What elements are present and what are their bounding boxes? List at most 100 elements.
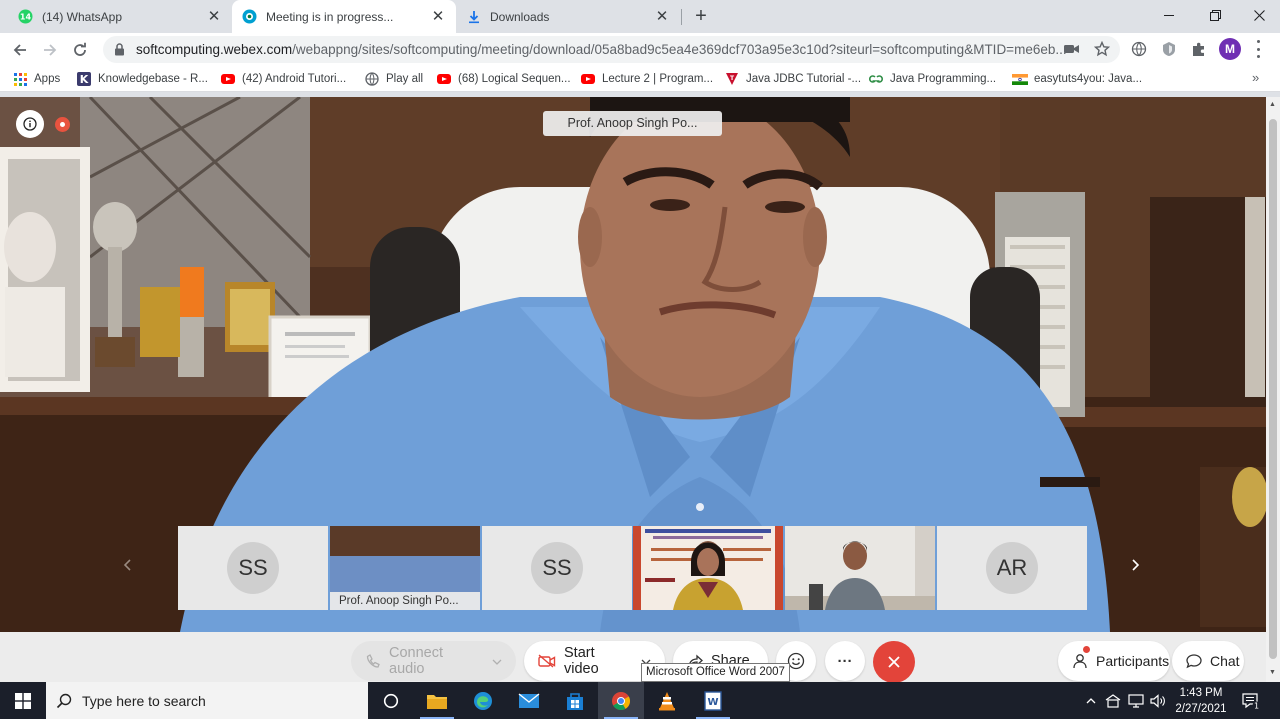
bookmark-label: easytuts4you: Java... xyxy=(1034,73,1143,85)
browser-toolbar: softcomputing.webex.com/webappng/sites/s… xyxy=(0,33,1280,66)
profile-avatar[interactable]: M xyxy=(1219,38,1241,60)
scrollbar-thumb[interactable] xyxy=(1269,119,1277,659)
start-button[interactable] xyxy=(0,682,46,719)
participant-tile[interactable] xyxy=(785,526,935,610)
tab-separator xyxy=(681,9,682,25)
restore-button[interactable] xyxy=(1192,0,1238,30)
taskbar-store[interactable] xyxy=(552,682,598,719)
chevron-down-icon[interactable] xyxy=(492,653,502,669)
show-hidden-icons-button[interactable] xyxy=(1082,682,1100,719)
participant-initials: SS xyxy=(227,542,279,594)
bookmark-java-programming[interactable]: Java Programming... xyxy=(868,70,996,88)
vlc-icon xyxy=(659,691,675,710)
filmstrip-prev-button[interactable] xyxy=(118,555,138,575)
taskbar-clock[interactable]: 1:43 PM 2/27/2021 xyxy=(1170,685,1232,717)
participant-tile[interactable]: SS xyxy=(482,526,632,610)
javatpoint-icon: T xyxy=(724,72,740,86)
windows-taskbar: Type here to search W 1:43 PM 2/27/2021 … xyxy=(0,682,1280,719)
participants-notification-badge xyxy=(1083,646,1090,653)
reload-button[interactable] xyxy=(68,38,92,62)
taskbar-search-box[interactable]: Type here to search xyxy=(46,682,368,719)
close-window-button[interactable] xyxy=(1236,0,1280,30)
puzzle-extensions-icon[interactable] xyxy=(1189,39,1209,59)
tab-title: Downloads xyxy=(490,9,550,24)
tab-title: (14) WhatsApp xyxy=(42,9,123,24)
chat-button[interactable]: Chat xyxy=(1172,641,1244,681)
new-tab-button[interactable]: + xyxy=(690,5,712,27)
volume-tray-icon[interactable] xyxy=(1148,682,1168,719)
display-tray-icon[interactable] xyxy=(1126,682,1146,719)
bookmark-star-icon[interactable] xyxy=(1093,40,1111,58)
bookmark-lecture-2[interactable]: Lecture 2 | Program... xyxy=(580,70,713,88)
more-options-button[interactable]: ··· xyxy=(825,641,865,681)
bookmarks-overflow-button[interactable]: » xyxy=(1252,70,1259,85)
network-tray-icon[interactable] xyxy=(1103,682,1123,719)
youtube-icon xyxy=(580,72,596,86)
close-tab-icon[interactable]: ✕ xyxy=(654,8,670,25)
browser-menu-icon[interactable] xyxy=(1253,40,1263,58)
leave-meeting-button[interactable] xyxy=(873,641,915,683)
youtube-icon xyxy=(220,72,236,86)
scroll-up-icon[interactable]: ▲ xyxy=(1269,101,1276,108)
participant-tile[interactable]: SS xyxy=(178,526,328,610)
svg-text:W: W xyxy=(707,697,718,708)
address-bar[interactable]: softcomputing.webex.com/webappng/sites/s… xyxy=(103,36,1120,63)
participant-tile[interactable]: Prof. Anoop Singh Po... xyxy=(330,526,480,610)
bookmark-label: Lecture 2 | Program... xyxy=(602,73,714,85)
recording-indicator-icon xyxy=(55,117,70,132)
minimize-icon xyxy=(1164,15,1174,16)
page-scrollbar[interactable]: ▲ ▼ xyxy=(1266,97,1280,682)
search-placeholder: Type here to search xyxy=(82,692,206,709)
meeting-info-button[interactable] xyxy=(16,110,44,138)
participant-video-thumbnail xyxy=(633,526,783,610)
bookmark-android-tutorial[interactable]: (42) Android Tutori... xyxy=(220,70,346,88)
globe-extension-icon[interactable] xyxy=(1129,39,1149,59)
download-icon xyxy=(466,9,481,24)
url-path: /webappng/sites/softcomputing/meeting/do… xyxy=(292,42,1067,57)
bookmark-label: Java Programming... xyxy=(890,73,997,85)
bookmark-logical-sequence[interactable]: (68) Logical Sequen... xyxy=(436,70,571,88)
task-view-icon xyxy=(383,693,399,708)
taskbar-mail[interactable] xyxy=(506,682,552,719)
tab-downloads[interactable]: Downloads ✕ xyxy=(456,0,680,33)
bookmark-knowledgebase[interactable]: K Knowledgebase - R... xyxy=(76,70,208,88)
svg-text:K: K xyxy=(80,73,89,86)
url-text: softcomputing.webex.com/webappng/sites/s… xyxy=(136,42,1071,57)
bookmark-label: (42) Android Tutori... xyxy=(242,73,347,85)
bookmark-easytuts4you[interactable]: easytuts4you: Java... xyxy=(1012,70,1142,88)
close-tab-icon[interactable]: ✕ xyxy=(206,8,222,25)
participant-tile[interactable] xyxy=(633,526,783,610)
browser-tab-strip: 14 (14) WhatsApp ✕ Meeting is in progres… xyxy=(0,0,1280,33)
filmstrip-next-button[interactable] xyxy=(1125,555,1145,575)
tab-webex-meeting[interactable]: Meeting is in progress... ✕ xyxy=(232,0,456,33)
mail-icon xyxy=(518,692,540,708)
forward-button[interactable] xyxy=(38,38,62,62)
bookmark-apps[interactable]: Apps xyxy=(12,70,60,88)
participant-tile[interactable]: AR xyxy=(937,526,1087,610)
participants-icon xyxy=(1072,653,1088,669)
minimize-button[interactable] xyxy=(1146,0,1192,30)
lock-icon[interactable] xyxy=(114,43,128,56)
close-icon xyxy=(1253,9,1265,21)
tab-whatsapp[interactable]: 14 (14) WhatsApp ✕ xyxy=(8,0,232,33)
taskbar-tooltip: Microsoft Office Word 2007 xyxy=(641,663,790,682)
action-center-button[interactable]: 1 xyxy=(1238,682,1264,719)
shield-extension-icon[interactable] xyxy=(1159,39,1179,59)
taskbar-file-explorer[interactable] xyxy=(414,682,460,719)
bookmark-label: (68) Logical Sequen... xyxy=(458,73,571,85)
connect-audio-button[interactable]: Connect audio xyxy=(351,641,516,681)
bookmark-play-all[interactable]: Play all xyxy=(364,70,423,88)
taskbar-vlc[interactable] xyxy=(644,682,690,719)
participants-button[interactable]: Participants xyxy=(1058,641,1170,681)
taskbar-edge[interactable] xyxy=(460,682,506,719)
taskbar-word[interactable]: W xyxy=(690,682,736,719)
close-tab-icon[interactable]: ✕ xyxy=(430,8,446,25)
taskbar-chrome[interactable] xyxy=(598,682,644,719)
camera-blocked-icon[interactable] xyxy=(1063,40,1081,58)
scroll-down-icon[interactable]: ▼ xyxy=(1269,669,1276,676)
start-video-label: Start video xyxy=(564,645,599,677)
back-button[interactable] xyxy=(8,38,32,62)
reload-icon xyxy=(74,42,86,56)
bookmark-java-jdbc[interactable]: T Java JDBC Tutorial -... xyxy=(724,70,861,88)
task-view-button[interactable] xyxy=(368,682,414,719)
